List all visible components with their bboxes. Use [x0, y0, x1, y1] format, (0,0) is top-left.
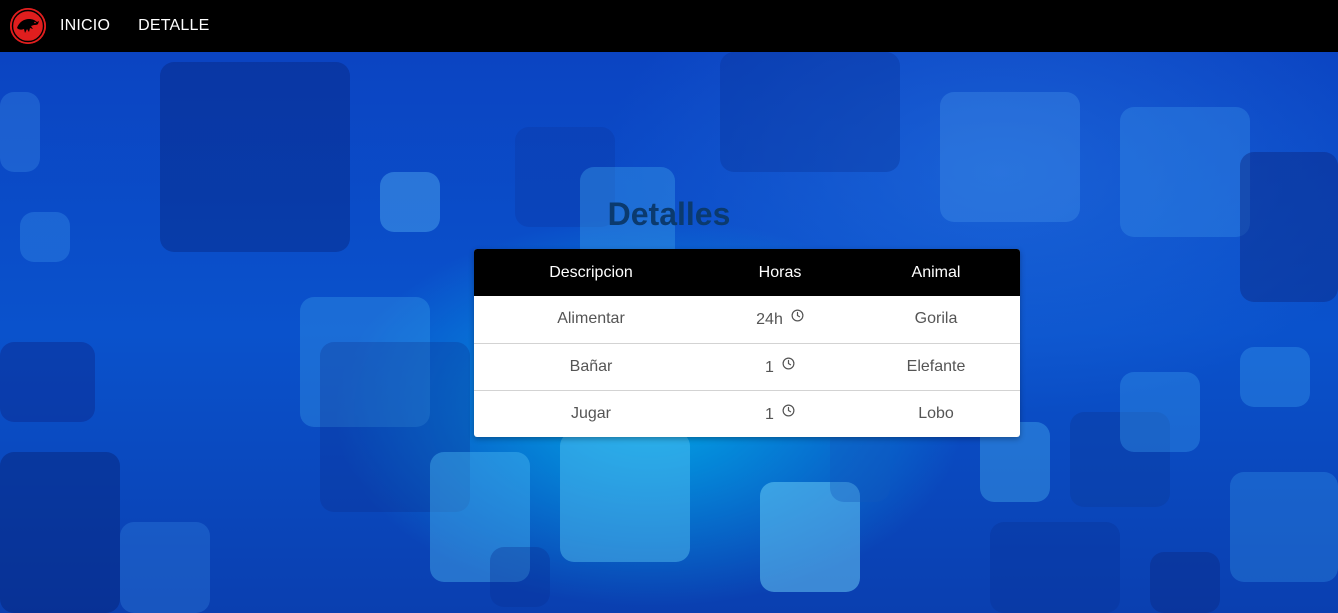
hours-value: 1: [765, 358, 774, 376]
cell-horas: 1: [708, 390, 852, 437]
dinosaur-icon: [10, 8, 46, 44]
table-row: Jugar 1 Lobo: [474, 390, 1020, 437]
hours-value: 24h: [756, 311, 783, 329]
jurassic-logo-icon[interactable]: [10, 8, 46, 44]
table-row: Alimentar 24h Gorila: [474, 296, 1020, 343]
column-header-descripcion: Descripcion: [549, 263, 633, 281]
clock-icon: [782, 404, 795, 417]
clock-icon: [782, 357, 795, 369]
top-navbar: INICIO DETALLE: [0, 0, 1338, 52]
table-row: Bañar 1 Elefante: [474, 343, 1020, 390]
cell-animal: Elefante: [906, 357, 966, 375]
table-header-row: Descripcion Horas Animal: [474, 249, 1020, 296]
cell-descripcion: Alimentar: [557, 310, 625, 328]
column-header-horas: Horas: [758, 263, 802, 281]
column-header-animal: Animal: [911, 263, 961, 281]
cell-animal: Gorila: [914, 310, 958, 328]
cell-horas: 1: [708, 343, 852, 390]
hours-value: 1: [765, 405, 774, 423]
clock-icon: [791, 309, 804, 322]
details-table-card: Descripcion Horas Animal Alimentar 24h G…: [474, 249, 1020, 437]
nav-link-detalle[interactable]: DETALLE: [138, 17, 209, 35]
table-body: Alimentar 24h Gorila Bañar 1 Elefante Ju…: [474, 296, 1020, 437]
cell-animal: Lobo: [918, 404, 954, 422]
page-title: Detalles: [607, 196, 731, 232]
nav-link-inicio[interactable]: INICIO: [60, 17, 110, 35]
details-table: Descripcion Horas Animal Alimentar 24h G…: [474, 249, 1020, 437]
cell-descripcion: Bañar: [569, 357, 613, 375]
cell-horas: 24h: [708, 296, 852, 343]
cell-descripcion: Jugar: [570, 404, 612, 422]
table-header: Descripcion Horas Animal: [474, 249, 1020, 296]
